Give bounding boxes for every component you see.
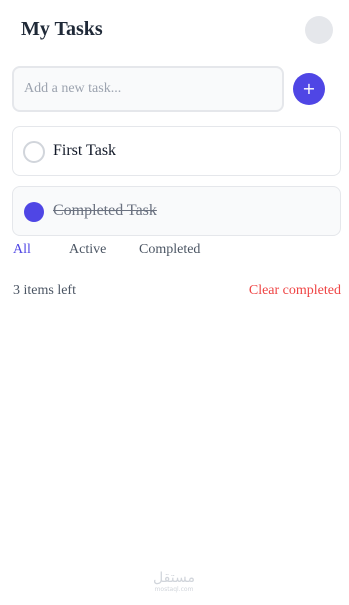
filter-completed[interactable]: Completed bbox=[139, 242, 200, 258]
add-task-button[interactable]: + bbox=[293, 73, 325, 105]
todo-app: My Tasks + First Task Completed Task All… bbox=[0, 0, 349, 605]
task-item-completed[interactable]: Completed Task bbox=[12, 186, 341, 236]
avatar[interactable] bbox=[305, 16, 333, 44]
task-label: Completed Task bbox=[53, 202, 157, 219]
items-left-count: 3 items left bbox=[13, 283, 76, 298]
filter-active[interactable]: Active bbox=[69, 242, 106, 258]
filter-bar: All Active Completed bbox=[0, 242, 349, 264]
new-task-input[interactable] bbox=[12, 66, 284, 112]
header: My Tasks bbox=[0, 0, 349, 62]
watermark-logo: مستقل mostaql.com bbox=[148, 570, 200, 596]
watermark-sub: mostaql.com bbox=[154, 586, 194, 593]
watermark-mark: مستقل bbox=[153, 570, 195, 586]
task-label: First Task bbox=[53, 142, 117, 159]
empty-circle-icon[interactable] bbox=[23, 141, 45, 163]
clear-completed-button[interactable]: Clear completed bbox=[249, 283, 341, 299]
new-task-row: + bbox=[12, 66, 337, 112]
filled-circle-icon[interactable] bbox=[24, 202, 44, 222]
page-title: My Tasks bbox=[21, 18, 103, 40]
task-item[interactable]: First Task bbox=[12, 126, 341, 176]
footer: 3 items left Clear completed bbox=[0, 283, 349, 303]
filter-all[interactable]: All bbox=[13, 242, 31, 258]
plus-icon: + bbox=[302, 79, 316, 98]
